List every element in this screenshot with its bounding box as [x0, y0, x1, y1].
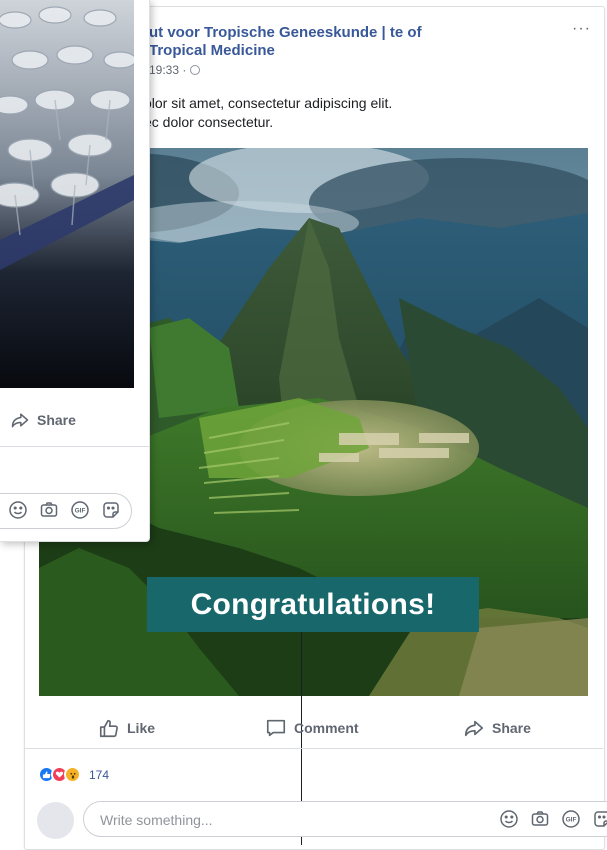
overlay-share-label: Share [37, 412, 76, 428]
like-button[interactable]: Like [98, 708, 155, 748]
post-action-bar: Like Comment Share [25, 708, 603, 749]
overlay-comment-tools: GIF [8, 500, 121, 520]
emoji-icon[interactable] [8, 500, 28, 520]
camera-icon[interactable] [39, 500, 59, 520]
share-label: Share [492, 720, 531, 736]
sticker-icon[interactable] [592, 809, 607, 829]
reactions-summary[interactable]: 174 [38, 766, 109, 783]
divider [0, 446, 149, 447]
reaction-count: 174 [89, 767, 110, 782]
wow-reaction-icon [64, 766, 81, 783]
comment-label: Comment [294, 720, 359, 736]
comment-icon [266, 719, 286, 737]
congratulations-banner: Congratulations! [147, 577, 479, 632]
globe-icon [190, 65, 201, 75]
emoji-icon[interactable] [499, 809, 519, 829]
post-text-line-2: ec dolor consectetur. [144, 114, 274, 130]
svg-text:GIF: GIF [566, 817, 577, 824]
post-text-line-1: olor sit amet, consectetur adipiscing el… [144, 95, 393, 111]
more-options-button[interactable]: ··· [572, 20, 591, 38]
share-icon [464, 720, 484, 737]
gif-icon[interactable]: GIF [561, 809, 581, 829]
comment-box[interactable]: GIF [83, 801, 607, 838]
overlay-share-button[interactable]: Share [10, 408, 76, 432]
like-label: Like [127, 720, 156, 736]
share-button[interactable]: Share [463, 708, 531, 748]
post-text: olor sit amet, consectetur adipiscing el… [144, 94, 564, 132]
comment-tools: GIF [499, 802, 607, 836]
page-name-text: ut voor Tropische Geneeskunde | te of Tr… [149, 24, 422, 59]
page-name-link[interactable]: ut voor Tropische Geneeskunde | te of Tr… [149, 24, 449, 60]
gif-icon[interactable]: GIF [70, 500, 90, 520]
comment-button[interactable]: Comment [265, 708, 359, 748]
camera-icon[interactable] [530, 809, 550, 829]
comment-input[interactable] [98, 802, 432, 838]
share-icon [11, 413, 29, 428]
post-time[interactable]: 19:33 · [149, 63, 186, 77]
lab-tubes-photo[interactable] [0, 0, 134, 388]
sticker-icon[interactable] [101, 500, 121, 520]
thumbs-up-icon [99, 719, 118, 738]
post-meta: 19:33 · [149, 63, 201, 77]
avatar [37, 802, 74, 839]
overlay-post-card: Share GIF [0, 0, 150, 542]
svg-text:GIF: GIF [75, 508, 86, 515]
comment-composer: GIF [37, 800, 607, 840]
